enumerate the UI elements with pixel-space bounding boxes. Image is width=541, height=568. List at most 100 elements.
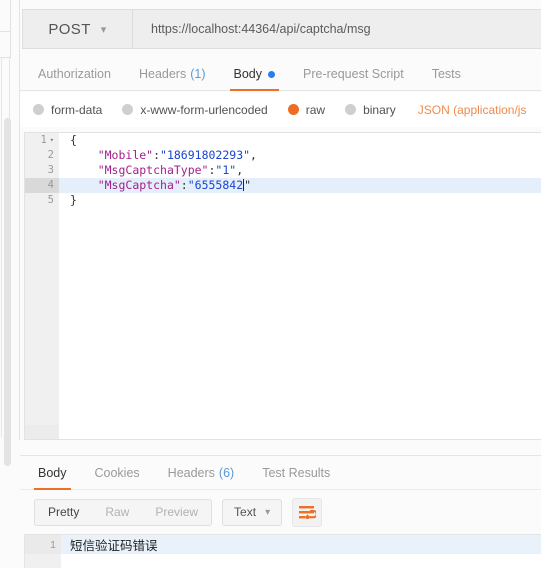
editor-line-number: 4 [25,178,59,193]
response-toolbar: Pretty Raw Preview Text ▾ [20,494,541,530]
response-tab-label: Body [38,465,67,480]
body-type-radio-raw[interactable]: raw [287,102,326,117]
http-method-selector[interactable]: POST ▾ [23,10,133,48]
request-tab-headers[interactable]: Headers (1) [125,58,220,91]
json-trailing-punctuation: " [244,178,252,192]
editor-line-text: "Mobile":"18691802293", [59,148,257,163]
content-type-label[interactable]: JSON (application/js [418,103,527,117]
json-key: "Mobile" [97,148,154,162]
word-wrap-icon [298,506,316,519]
request-tab-tests[interactable]: Tests [418,58,475,91]
left-scrollbar-track[interactable] [1,58,11,466]
body-type-label: raw [305,102,326,117]
json-key: "MsgCaptcha" [97,178,181,192]
word-wrap-button[interactable] [292,497,323,527]
request-tab-label: Body [233,67,263,81]
editor-line[interactable]: 1 ▾ { [25,133,541,148]
editor-line-text: { [59,133,77,148]
editor-line-number-text: 1 [40,134,47,146]
request-tab-label: Headers [138,67,187,81]
left-scrollbar-thumb[interactable] [4,118,11,466]
body-type-radio-binary[interactable]: binary [345,103,396,117]
response-tab-headers[interactable]: Headers (6) [154,456,249,490]
request-tab-authorization[interactable]: Authorization [24,58,125,91]
request-tab-label: Tests [431,67,461,81]
editor-line[interactable]: 4 "MsgCaptcha":"6555842" [25,178,541,193]
response-body-line: 1 短信验证码错误 [25,535,541,554]
request-tab-label: Authorization [38,67,111,81]
body-type-radio-group: form-data x-www-form-urlencoded raw binary J… [20,92,541,127]
editor-line-number: 5 [25,193,59,208]
editor-line-number: 2 [25,148,59,163]
view-mode-label: Raw [105,505,130,519]
response-tab-body[interactable]: Body [24,456,81,490]
response-line-number: 1 [25,535,61,554]
editor-line-text: "MsgCaptchaType":"1", [59,163,243,178]
radio-button-icon [33,104,44,115]
chevron-down-icon: ▾ [265,506,271,518]
response-tab-label: Headers [167,465,215,480]
postman-request-response-panel: POST ▾ https://localhost:44364/api/captc… [0,0,541,568]
body-type-radio-form-data[interactable]: form-data [33,103,102,117]
request-tab-pre-request-script[interactable]: Pre-request Script [289,58,418,91]
url-text: https://localhost:44364/api/captcha/msg [151,22,371,36]
left-panel-divider-a [0,31,11,32]
json-value: "18691802293" [160,148,251,162]
editor-line[interactable]: 5} [25,193,541,208]
code-fold-icon[interactable]: ▾ [50,133,54,148]
view-mode-preview[interactable]: Preview [142,499,211,526]
response-format-selector[interactable]: Text ▾ [222,498,283,526]
editor-line-number-text: 4 [47,179,54,191]
json-value: "1" [215,163,237,177]
view-mode-raw[interactable]: Raw [92,499,142,526]
response-format-label: Text [234,505,257,519]
response-body-viewer[interactable]: 1 短信验证码错误 [24,534,541,568]
chevron-down-icon: ▾ [100,23,107,36]
response-view-mode-group: Pretty Raw Preview [34,498,213,526]
response-tabs: Body Cookies Headers (6) Test Results [20,456,541,490]
unsaved-indicator-dot [268,70,275,78]
view-mode-label: Preview [155,505,199,519]
editor-line-number-text: 3 [47,164,54,176]
editor-line-text: } [59,193,77,208]
response-tab-cookies[interactable]: Cookies [81,456,154,490]
editor-line[interactable]: 3 "MsgCaptchaType":"1", [25,163,541,178]
view-mode-label: Pretty [48,505,80,519]
request-tab-count: (1) [190,67,206,81]
request-tabs: Authorization Headers (1) Body Pre-request S… [20,58,541,91]
editor-line-number-text: 5 [47,194,54,206]
json-key: "MsgCaptchaType" [97,163,209,177]
request-tab-label: Pre-request Script [303,67,404,81]
json-colon: : [180,178,188,192]
editor-line-number: 3 [25,163,59,178]
json-colon: : [153,148,161,162]
json-punctuation: { [70,133,77,147]
json-trailing-punctuation: , [236,163,244,177]
editor-line-number: 1 ▾ [25,133,59,148]
json-value: "6555842 [187,178,244,192]
body-type-label: form-data [51,102,103,117]
url-bar: POST ▾ https://localhost:44364/api/captc… [22,9,541,49]
editor-line-text: "MsgCaptcha":"6555842" [59,178,251,193]
json-trailing-punctuation: , [250,148,257,162]
request-tab-body[interactable]: Body [220,58,290,91]
response-tab-label: Cookies [94,465,140,480]
editor-line-number-text: 2 [47,149,54,161]
body-type-label: x-www-form-urlencoded [140,102,268,117]
response-body-text: 短信验证码错误 [70,538,158,553]
http-method-label: POST [48,20,91,38]
body-type-label: binary [363,102,396,117]
radio-button-icon [122,104,134,115]
response-tab-label: Test Results [262,465,331,480]
request-body-editor[interactable]: 1 ▾{2 "Mobile":"18691802293", 3 "MsgCaptch… [24,132,541,440]
response-tab-test-results[interactable]: Test Results [248,456,344,490]
editor-horizontal-scroll-corner [25,425,59,439]
json-punctuation: } [70,193,77,207]
radio-button-icon [287,104,299,115]
left-panel-divider-top [10,0,11,58]
radio-button-icon [345,104,357,115]
body-type-radio-x-www-form-urlencoded[interactable]: x-www-form-urlencoded [122,102,268,117]
view-mode-pretty[interactable]: Pretty [35,499,92,526]
url-input[interactable]: https://localhost:44364/api/captcha/msg [133,10,541,48]
editor-line[interactable]: 2 "Mobile":"18691802293", [25,148,541,163]
